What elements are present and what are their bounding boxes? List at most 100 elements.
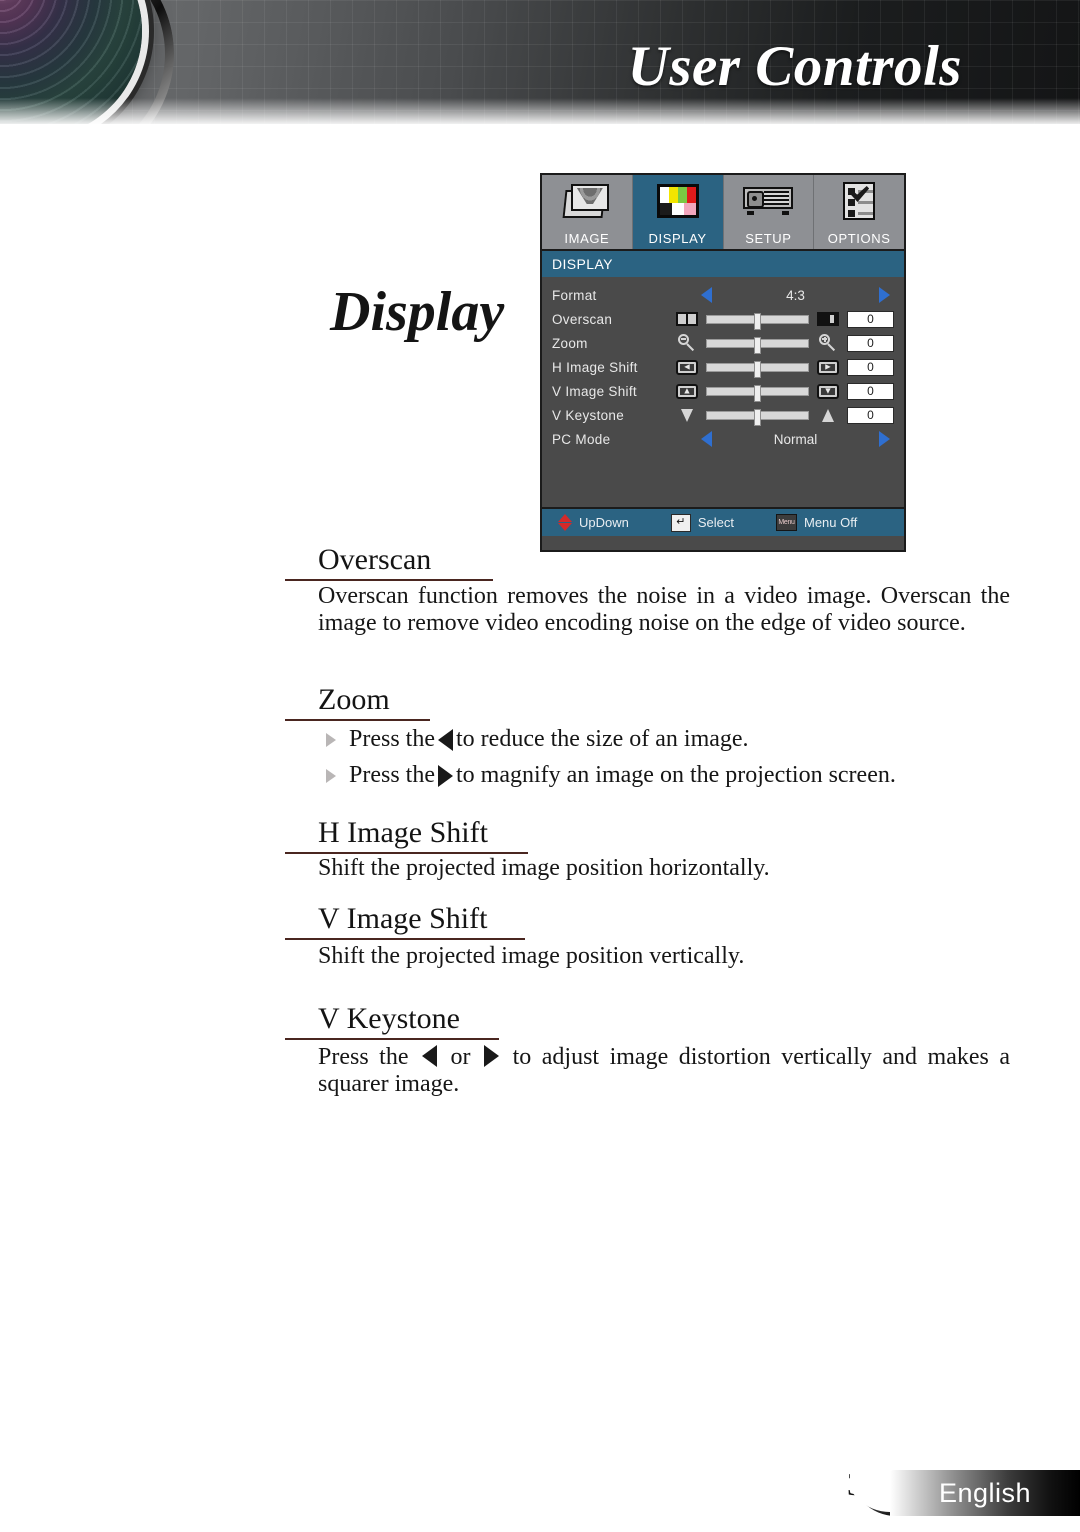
left-arrow-icon[interactable] (701, 287, 712, 303)
paragraph-h-image-shift: Shift the projected image position horiz… (318, 855, 770, 881)
osd-row-pc-mode-label: PC Mode (552, 431, 611, 447)
heading-zoom: Zoom (285, 683, 430, 721)
osd-hint-updown: UpDown (558, 514, 629, 531)
paragraph-v-keystone: Press the or to adjust image distortion … (318, 1044, 1010, 1098)
overscan-slider[interactable] (706, 312, 809, 330)
osd-row-v-keystone[interactable]: V Keystone 0 (542, 403, 904, 427)
paragraph-v-keystone-pre: Press the (318, 1044, 409, 1070)
bullet-zoom-magnify-post: to magnify an image on the projection sc… (456, 762, 896, 788)
page-header-title: User Controls (627, 35, 962, 98)
left-arrow-glyph-icon (422, 1045, 438, 1067)
paragraph-v-image-shift: Shift the projected image position verti… (318, 943, 745, 969)
heading-v-keystone: V Keystone (285, 1002, 499, 1040)
setup-icon (743, 181, 794, 221)
slider-thumb[interactable] (754, 360, 762, 378)
osd-section-title: DISPLAY (552, 256, 613, 272)
bullet-zoom-reduce-post: to reduce the size of an image. (456, 726, 749, 752)
shift-down-icon: ▼ (816, 383, 840, 399)
osd-tab-setup-label: SETUP (745, 231, 792, 246)
osd-row-h-image-shift[interactable]: H Image Shift ◄ ► 0 (542, 355, 904, 379)
page-title: Display (330, 281, 505, 343)
left-arrow-glyph-icon (438, 728, 453, 751)
osd-tab-display[interactable]: DISPLAY (632, 175, 724, 249)
osd-tab-bar: IMAGE DISPLAY SETUP OPTIONS (542, 175, 904, 251)
zoom-in-icon (816, 334, 840, 352)
osd-tab-setup[interactable]: SETUP (723, 175, 815, 249)
display-icon (656, 181, 699, 221)
enter-key-icon: ↵ (670, 513, 691, 532)
osd-tab-image-label: IMAGE (564, 231, 610, 246)
keystone-narrow-bottom-icon (675, 407, 699, 423)
overscan-decrease-icon (675, 311, 699, 327)
osd-row-h-image-shift-label: H Image Shift (552, 359, 638, 375)
osd-menu-screenshot: IMAGE DISPLAY SETUP OPTIONS DISPLAY Form… (540, 173, 906, 552)
osd-section-title-bar: DISPLAY (542, 251, 904, 277)
osd-hint-menu-off-label: Menu Off (804, 515, 858, 530)
page-footer: 31 English (0, 1446, 1080, 1532)
osd-tab-options[interactable]: OPTIONS (814, 175, 904, 249)
right-arrow-icon[interactable] (879, 287, 890, 303)
osd-row-pc-mode-value: Normal (773, 431, 818, 447)
osd-status-bar: UpDown ↵ Select Menu Menu Off (542, 507, 904, 536)
osd-row-v-image-shift-label: V Image Shift (552, 383, 637, 399)
paragraph-v-keystone-mid: or (450, 1044, 471, 1070)
osd-tab-image[interactable]: IMAGE (542, 175, 633, 249)
osd-row-overscan[interactable]: Overscan 0 (542, 307, 904, 331)
v-keystone-slider[interactable] (706, 408, 809, 426)
osd-row-format[interactable]: Format 4:3 (542, 283, 904, 307)
heading-v-image-shift: V Image Shift (285, 902, 525, 940)
osd-hint-updown-label: UpDown (579, 515, 629, 530)
paragraph-overscan: Overscan function removes the noise in a… (318, 583, 1010, 636)
osd-row-v-keystone-value: 0 (847, 406, 894, 424)
osd-row-h-image-shift-value: 0 (847, 358, 894, 376)
language-tab-hook (850, 1470, 890, 1516)
osd-row-overscan-label: Overscan (552, 311, 613, 327)
osd-row-format-value: 4:3 (786, 287, 805, 303)
osd-hint-select: ↵ Select (670, 513, 734, 532)
osd-row-zoom[interactable]: Zoom 0 (542, 331, 904, 355)
language-label: English (938, 1477, 1032, 1508)
keystone-narrow-top-icon (816, 407, 840, 423)
bullet-marker-icon (326, 768, 336, 783)
osd-hint-menu-off: Menu Menu Off (776, 514, 857, 531)
osd-hint-select-label: Select (697, 515, 734, 530)
language-tab: English (890, 1470, 1080, 1516)
header-bottom-fade (0, 98, 1080, 124)
osd-row-v-image-shift-value: 0 (847, 382, 894, 400)
osd-rows: Format 4:3 Overscan 0 Zoom 0 H Image Shi… (542, 277, 904, 507)
bullet-zoom-magnify-pre: Press the (349, 762, 435, 788)
menu-button-icon: Menu (776, 514, 797, 531)
osd-tab-options-label: OPTIONS (827, 231, 891, 246)
slider-thumb[interactable] (754, 312, 762, 330)
zoom-out-icon (675, 334, 699, 352)
heading-overscan: Overscan (285, 543, 493, 581)
bullet-marker-icon (326, 732, 336, 747)
slider-thumb[interactable] (754, 384, 762, 402)
bullet-zoom-reduce-pre: Press the (349, 726, 435, 752)
bullet-zoom-reduce: Press the to reduce the size of an image… (326, 726, 749, 753)
heading-h-image-shift: H Image Shift (285, 816, 528, 854)
left-arrow-icon[interactable] (701, 431, 712, 447)
osd-tab-display-label: DISPLAY (648, 231, 707, 246)
overscan-increase-icon (816, 311, 840, 327)
osd-row-zoom-value: 0 (847, 334, 894, 352)
osd-row-format-label: Format (552, 287, 597, 303)
options-icon (843, 181, 876, 221)
osd-row-overscan-value: 0 (847, 310, 894, 328)
right-arrow-icon[interactable] (879, 431, 890, 447)
h-image-shift-slider[interactable] (706, 360, 809, 378)
up-down-arrows-icon (558, 514, 572, 531)
bullet-zoom-magnify: Press the to magnify an image on the pro… (326, 762, 896, 789)
shift-left-icon: ◄ (675, 359, 699, 375)
osd-row-v-keystone-label: V Keystone (552, 407, 625, 423)
shift-up-icon: ▲ (675, 383, 699, 399)
v-image-shift-slider[interactable] (706, 384, 809, 402)
image-icon (562, 181, 610, 221)
right-arrow-glyph-icon (438, 764, 453, 787)
slider-thumb[interactable] (754, 408, 762, 426)
osd-row-pc-mode[interactable]: PC Mode Normal (542, 427, 904, 451)
shift-right-icon: ► (816, 359, 840, 375)
osd-row-v-image-shift[interactable]: V Image Shift ▲ ▼ 0 (542, 379, 904, 403)
slider-thumb[interactable] (754, 336, 762, 354)
zoom-slider[interactable] (706, 336, 809, 354)
